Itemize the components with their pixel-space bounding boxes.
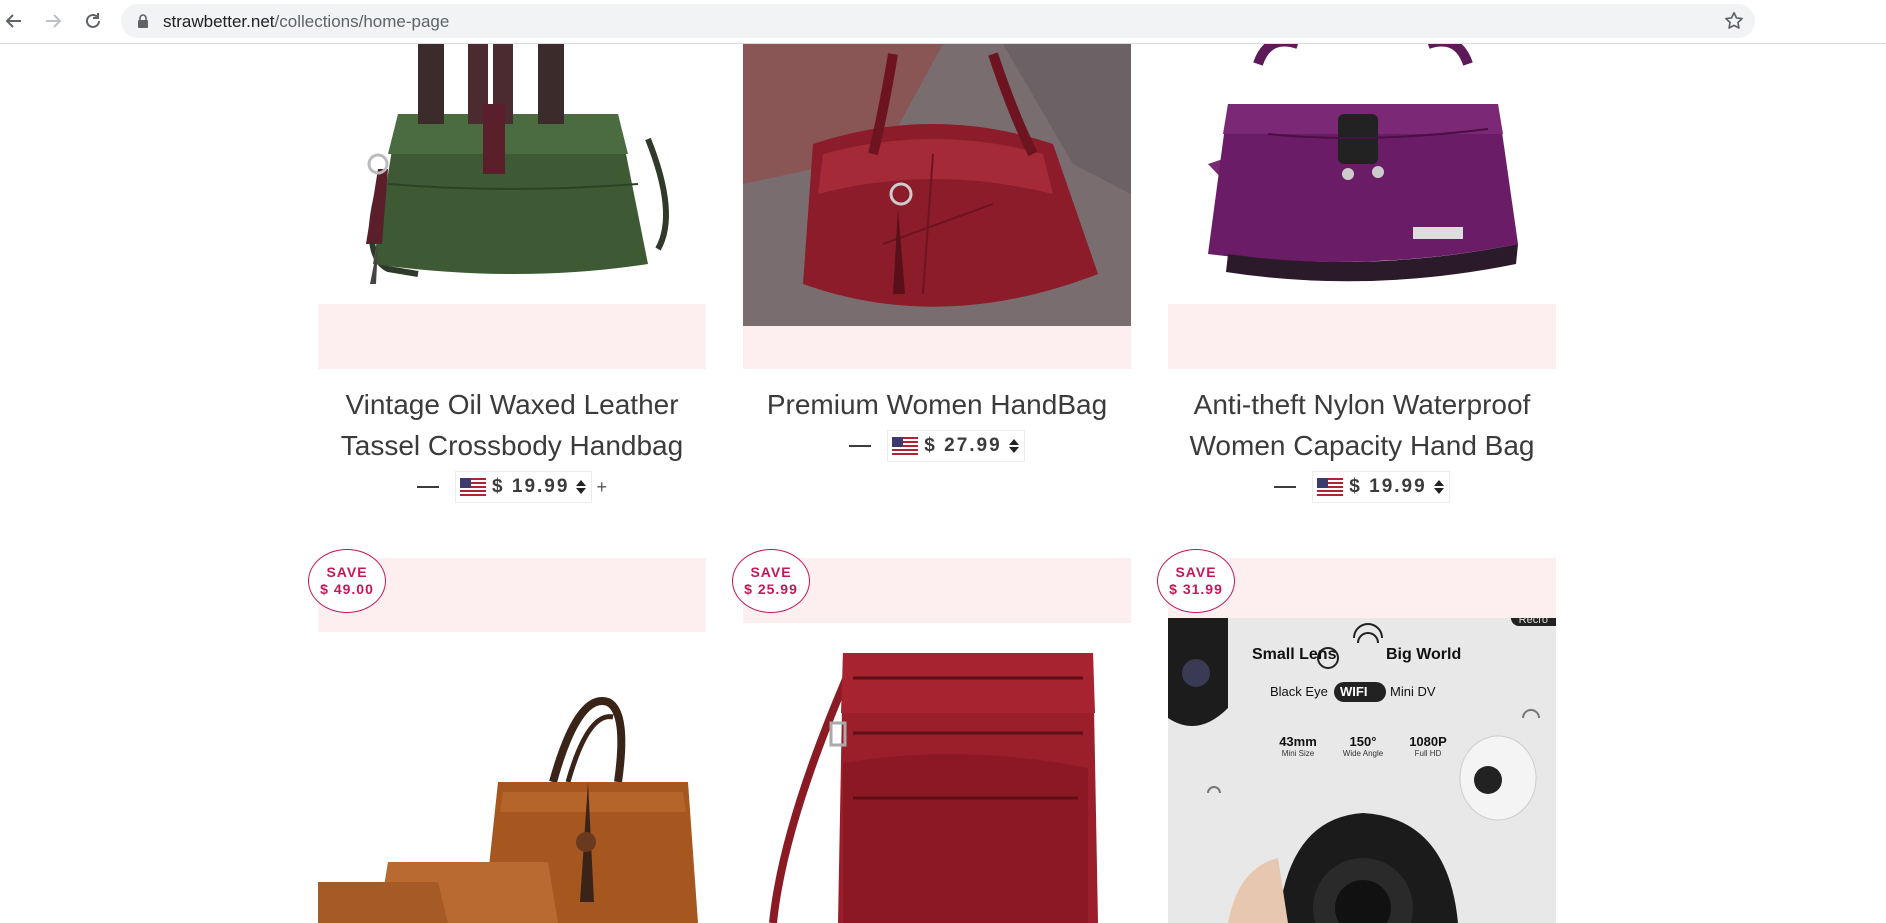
plus-symbol: + [596, 476, 607, 497]
sort-updown-icon [1008, 439, 1019, 453]
save-badge: SAVE $ 49.00 [308, 549, 386, 613]
product-title[interactable]: Vintage Oil Waxed Leather Tassel Crossbo… [318, 384, 706, 466]
dash-divider [1274, 486, 1297, 488]
price-amount: $ 19.99 [1349, 476, 1427, 497]
currency-price-selector[interactable]: $ 27.99 [887, 430, 1025, 462]
product-image-purple-handbag[interactable] [1168, 44, 1556, 304]
camera-sub-a: Black Eye [1270, 684, 1328, 699]
price-row: $ 27.99 [743, 429, 1131, 463]
product-image-green-handbag[interactable] [318, 44, 706, 304]
currency-price-selector[interactable]: $ 19.99 [455, 471, 593, 503]
product-title[interactable]: Anti-theft Nylon Waterproof Women Capaci… [1168, 384, 1556, 466]
camera-spec: 43mm Mini Size [1279, 734, 1317, 758]
currency-price-selector[interactable]: $ 19.99 [1312, 471, 1450, 503]
camera-sub-b: Mini DV [1390, 684, 1436, 699]
us-flag-icon [1317, 478, 1344, 496]
collection-page: Vintage Oil Waxed Leather Tassel Crossbo… [0, 44, 1886, 923]
bookmark-star-icon[interactable] [1723, 10, 1745, 37]
forward-icon[interactable] [40, 8, 66, 34]
product-image-red-handbag[interactable] [743, 44, 1131, 326]
url-text: strawbetter.net/collections/home-page [163, 12, 450, 31]
sort-updown-icon [1433, 480, 1444, 494]
product-pink-band [318, 304, 706, 369]
camera-sub-wifi: WIFI [1340, 684, 1368, 699]
camera-corner-tag: Recro [1510, 618, 1556, 626]
sort-updown-icon [576, 480, 587, 494]
camera-spec: 150° Wide Angle [1342, 734, 1384, 758]
lock-icon [137, 14, 149, 33]
price-row: $ 19.99 + [318, 470, 706, 504]
product-image-mini-wifi-camera[interactable]: Small Lens Big World Black Eye WIFI Mini… [1168, 618, 1556, 923]
address-bar[interactable]: strawbetter.net/collections/home-page [121, 4, 1755, 38]
product-pink-band [1168, 304, 1556, 369]
save-badge: SAVE $ 25.99 [732, 549, 810, 613]
save-badge: SAVE $ 31.99 [1157, 549, 1235, 613]
browser-toolbar: strawbetter.net/collections/home-page [0, 0, 1886, 44]
product-image-red-crossbody[interactable] [743, 623, 1131, 923]
product-pink-band [743, 326, 1131, 369]
price-amount: $ 27.99 [924, 435, 1002, 456]
camera-headline-a: Small Lens [1252, 646, 1337, 663]
us-flag-icon [892, 437, 919, 455]
product-title[interactable]: Premium Women HandBag [743, 384, 1131, 425]
price-amount: $ 19.99 [492, 476, 570, 497]
product-image-brown-bag-set[interactable] [318, 632, 706, 923]
us-flag-icon [460, 478, 487, 496]
camera-spec: 1080P Full HD [1409, 734, 1447, 758]
price-row: $ 19.99 [1168, 470, 1556, 504]
camera-headline-b: Big World [1386, 646, 1462, 663]
dash-divider [849, 445, 872, 447]
reload-icon[interactable] [80, 8, 106, 34]
dash-divider [417, 486, 440, 488]
back-icon[interactable] [1, 8, 27, 34]
